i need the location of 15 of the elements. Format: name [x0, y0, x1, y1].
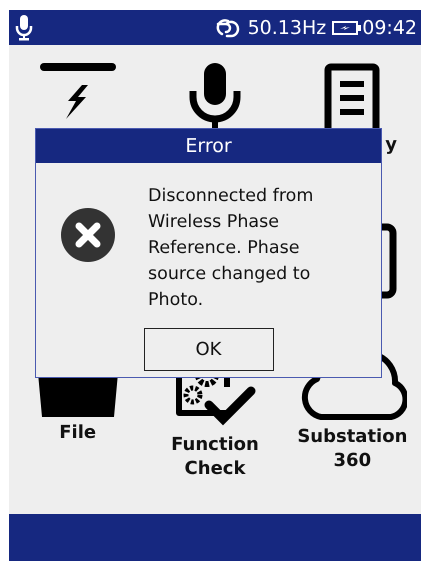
microphone-icon [15, 14, 33, 40]
error-message: Disconnected from Wireless Phase Reference. Phase source changed to Photo. [148, 185, 314, 312]
app-label: Function Check [170, 433, 260, 481]
microphone-icon[interactable] [186, 63, 243, 129]
app-label: Substation 360 [297, 425, 408, 473]
clock-time: 09:42 [362, 16, 417, 38]
ok-button[interactable]: OK [144, 328, 274, 371]
battery-icon [332, 20, 362, 34]
lightning-icon[interactable] [38, 63, 118, 121]
document-icon[interactable] [324, 63, 380, 129]
app-label: y [385, 133, 397, 157]
app-label: File [58, 421, 98, 445]
error-icon [60, 207, 116, 263]
dialog-title: Error [36, 129, 381, 163]
frequency-reading: 50.13Hz [248, 16, 326, 38]
